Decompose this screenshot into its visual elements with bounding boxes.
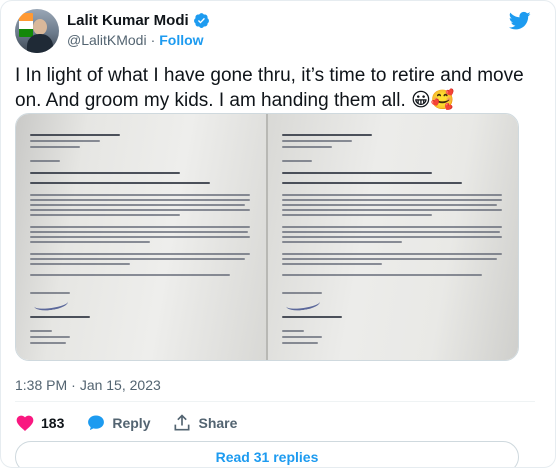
author-display-name[interactable]: Lalit Kumar Modi [67, 12, 189, 29]
like-count: 183 [41, 415, 65, 431]
follow-button[interactable]: Follow [159, 32, 203, 48]
document-photo-left[interactable] [16, 114, 266, 360]
share-button[interactable]: Share [172, 413, 237, 433]
tweet-actions: 183 Reply Share [15, 407, 237, 439]
twitter-bird-icon[interactable] [508, 11, 531, 31]
tweet-text: I In light of what I have gone thru, it’… [15, 65, 524, 111]
tweet-date: Jan 15, 2023 [79, 377, 161, 393]
reply-label: Reply [112, 415, 151, 431]
share-upload-icon [172, 413, 192, 433]
tweet-timestamp[interactable]: 1:38 PM · Jan 15, 2023 [15, 377, 161, 393]
divider [15, 401, 535, 402]
separator-dot: · [150, 32, 156, 48]
verified-badge-icon [193, 12, 210, 29]
flag-icon [19, 13, 33, 37]
tweet-card: Lalit Kumar Modi @LalitKModi · Follow I … [0, 0, 556, 468]
separator-dot: · [71, 377, 76, 393]
avatar[interactable] [15, 9, 59, 53]
like-button[interactable]: 183 [15, 413, 64, 433]
author-handle[interactable]: @LalitKModi [67, 32, 147, 48]
reply-bubble-icon [86, 413, 106, 433]
author-block: Lalit Kumar Modi @LalitKModi · Follow [67, 10, 210, 48]
tweet-header: Lalit Kumar Modi @LalitKModi · Follow [15, 9, 535, 53]
heart-icon [15, 413, 35, 433]
tweet-media[interactable] [15, 113, 519, 361]
share-label: Share [198, 415, 238, 431]
document-photo-right[interactable] [268, 114, 518, 360]
read-replies-button[interactable]: Read 31 replies [15, 441, 519, 467]
tweet-time: 1:38 PM [15, 377, 68, 393]
reply-button[interactable]: Reply [86, 413, 150, 433]
